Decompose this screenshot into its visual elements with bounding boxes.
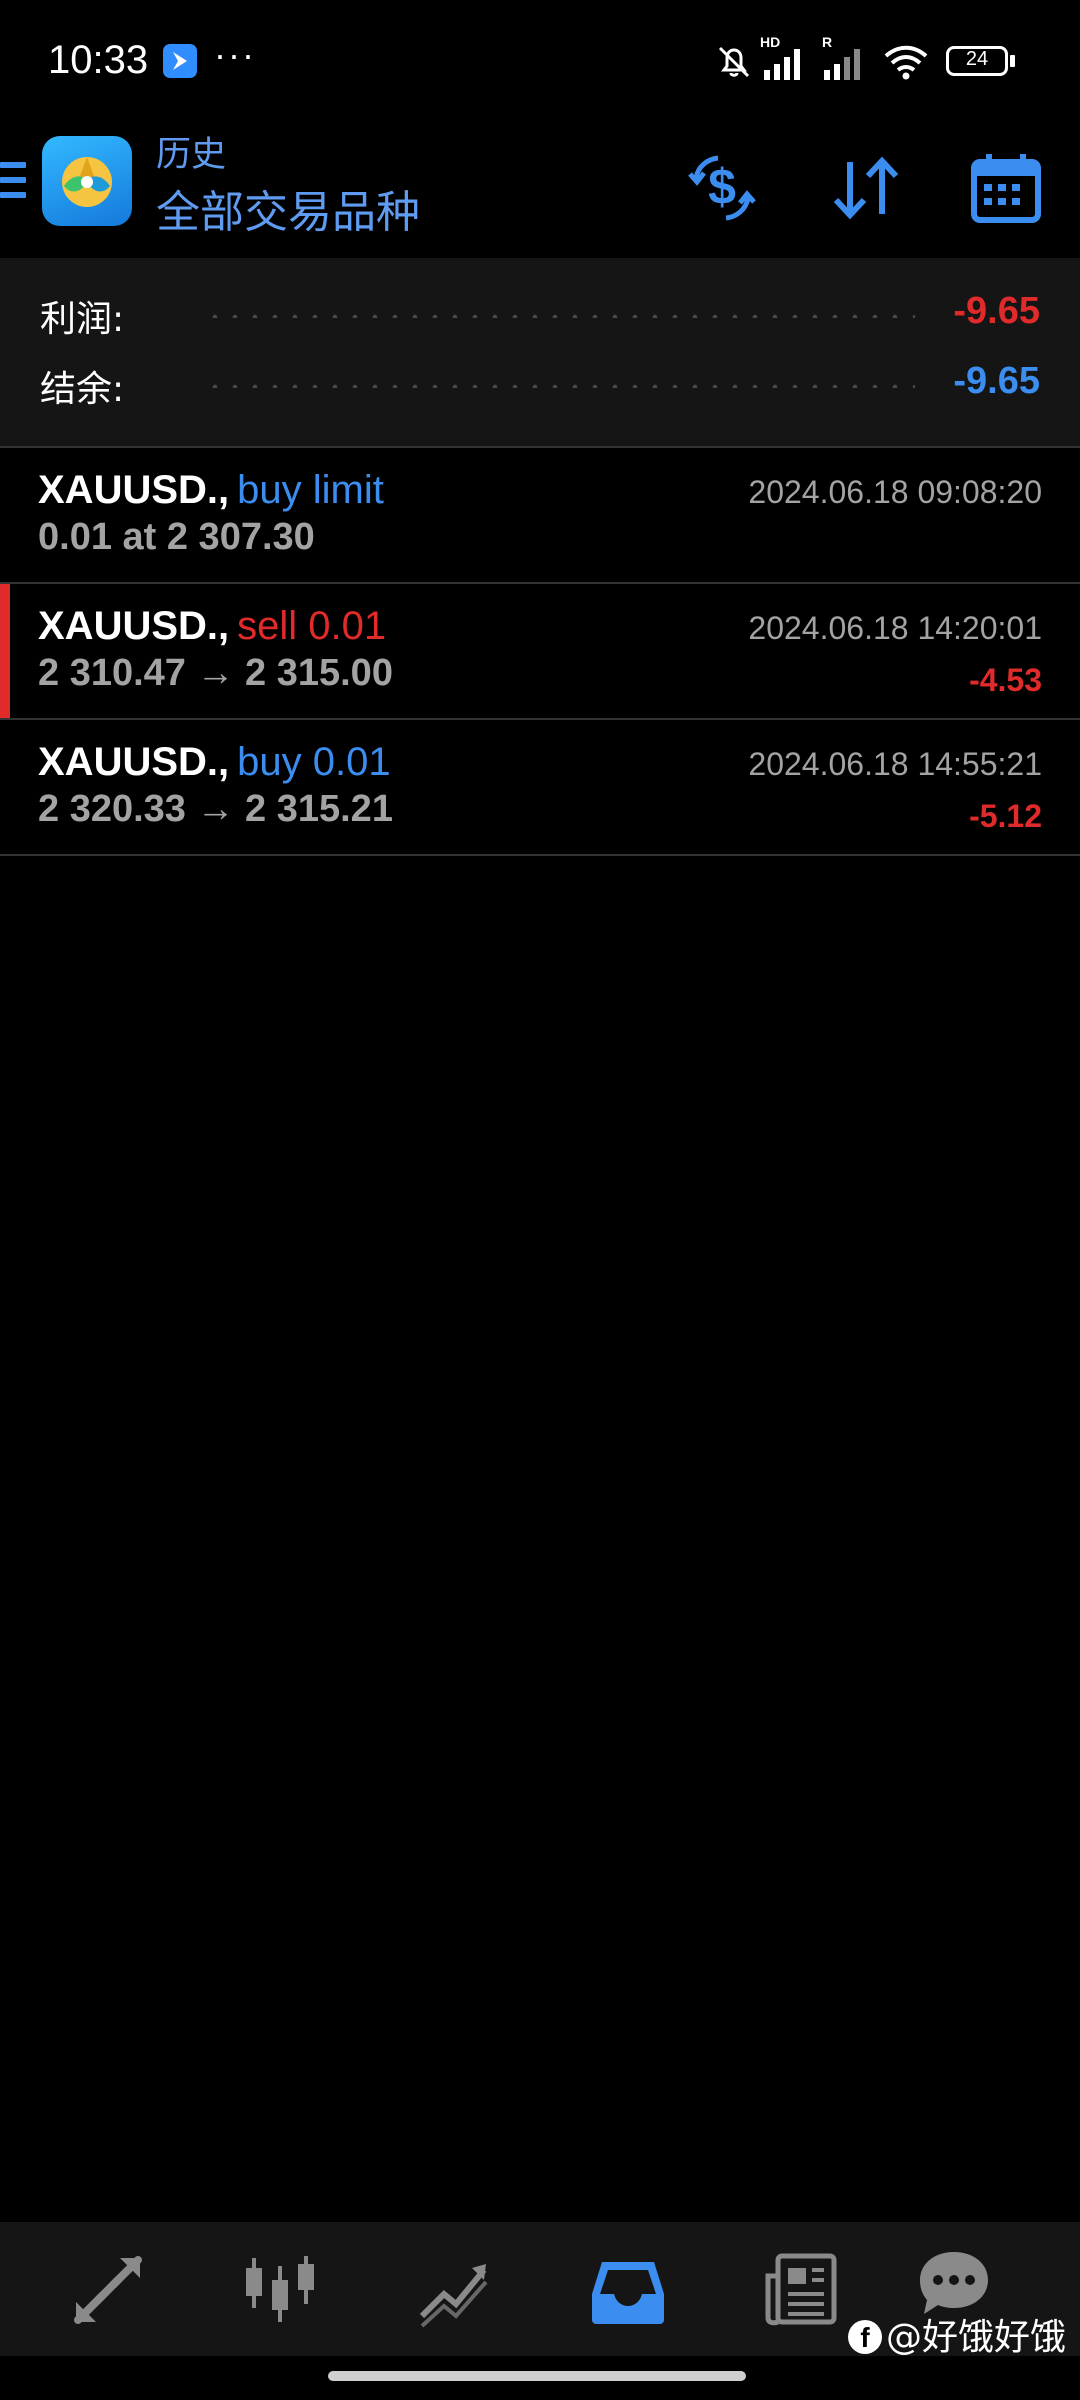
trade-type: buy limit: [237, 468, 384, 512]
trade-time: 2024.06.18 09:08:20: [748, 474, 1042, 510]
trade-time: 2024.06.18 14:55:21: [748, 746, 1042, 782]
history-inbox-icon: [592, 2262, 664, 2324]
battery-level: 24: [965, 48, 989, 70]
battery-icon: 24: [946, 46, 1008, 76]
signal-icon: [764, 49, 800, 80]
trade-time: 2024.06.18 14:20:01: [748, 610, 1042, 646]
profit-label: 利润:: [40, 299, 125, 340]
deposit-currency-button[interactable]: $: [682, 148, 762, 228]
profit-value: -9.65: [953, 290, 1040, 332]
watermark-logo-icon: f: [847, 2320, 882, 2354]
trade-symbol: XAUUSD.,: [38, 740, 230, 784]
trade-heading: XAUUSD., buy limit: [38, 468, 384, 513]
svg-text:$: $: [708, 159, 736, 215]
sort-button[interactable]: [826, 148, 906, 228]
profit-row: 利润: -9.65: [0, 278, 1080, 348]
status-icons: HD R 24: [714, 34, 1054, 88]
currency-exchange-icon: $: [688, 155, 756, 221]
quotes-icon: [74, 2256, 142, 2324]
signal-2-icon: [824, 49, 860, 80]
trade-symbol: XAUUSD.,: [38, 604, 230, 648]
menu-icon[interactable]: [0, 162, 26, 222]
trade-detail: 2 320.33 → 2 315.21: [38, 788, 393, 830]
notification-app-icon: [163, 44, 197, 78]
more-notifications-icon: ···: [214, 34, 256, 75]
metatrader-logo: [42, 136, 132, 226]
trade-heading: XAUUSD., sell 0.01: [38, 604, 386, 649]
status-bar: 10:33 ··· HD R 24: [0, 0, 1080, 126]
symbol-filter-title[interactable]: 全部交易品种: [156, 176, 420, 240]
sort-arrows-icon: [833, 156, 899, 220]
history-summary: 利润: -9.65 结余: -9.65: [0, 258, 1080, 448]
candlestick-chart-icon: [246, 2256, 314, 2322]
home-indicator[interactable]: [328, 2371, 746, 2381]
trade-detail: 2 310.47 → 2 315.00: [38, 652, 393, 694]
trade-chart-icon: [419, 2264, 488, 2328]
toolbar: 历史 全部交易品种 $: [0, 126, 1080, 258]
watermark: f @好饿好饿: [847, 2308, 1066, 2360]
balance-row: 结余: -9.65: [0, 348, 1080, 418]
balance-label: 结余:: [40, 369, 125, 410]
nav-news[interactable]: [762, 2250, 842, 2330]
news-icon: [765, 2253, 837, 2326]
trade-row[interactable]: XAUUSD., sell 0.01 2 310.47 → 2 315.00 20…: [0, 584, 1080, 720]
dotted-leader: [205, 314, 915, 318]
calendar-icon: [971, 154, 1041, 223]
trade-profit: -5.12: [969, 798, 1042, 834]
trade-history-list: XAUUSD., buy limit 0.01 at 2 307.30 2024.…: [0, 448, 1080, 856]
page-subtitle: 历史: [156, 135, 227, 175]
trade-type: buy 0.01: [237, 740, 391, 784]
balance-value: -9.65: [953, 360, 1040, 402]
selected-marker: [0, 584, 10, 718]
status-time: 10:33: [48, 38, 149, 82]
nav-trade[interactable]: [414, 2250, 494, 2330]
trade-row[interactable]: XAUUSD., buy limit 0.01 at 2 307.30 2024.…: [0, 448, 1080, 584]
nav-quotes[interactable]: [68, 2250, 148, 2330]
dotted-leader: [205, 384, 915, 388]
trade-profit: -4.53: [969, 662, 1042, 698]
trade-detail: 0.01 at 2 307.30: [38, 516, 315, 558]
calendar-button[interactable]: [966, 148, 1046, 228]
nav-history[interactable]: [588, 2250, 668, 2330]
mute-bell-icon: [718, 46, 750, 78]
wifi-icon: [884, 45, 928, 80]
nav-charts[interactable]: [240, 2250, 320, 2330]
trade-row[interactable]: XAUUSD., buy 0.01 2 320.33 → 2 315.21 202…: [0, 720, 1080, 856]
battery-tip: [1010, 55, 1015, 67]
watermark-text: @好饿好饿: [885, 2317, 1066, 2358]
trade-heading: XAUUSD., buy 0.01: [38, 740, 391, 785]
trade-type: sell 0.01: [237, 604, 387, 648]
trade-symbol: XAUUSD.,: [38, 468, 230, 512]
